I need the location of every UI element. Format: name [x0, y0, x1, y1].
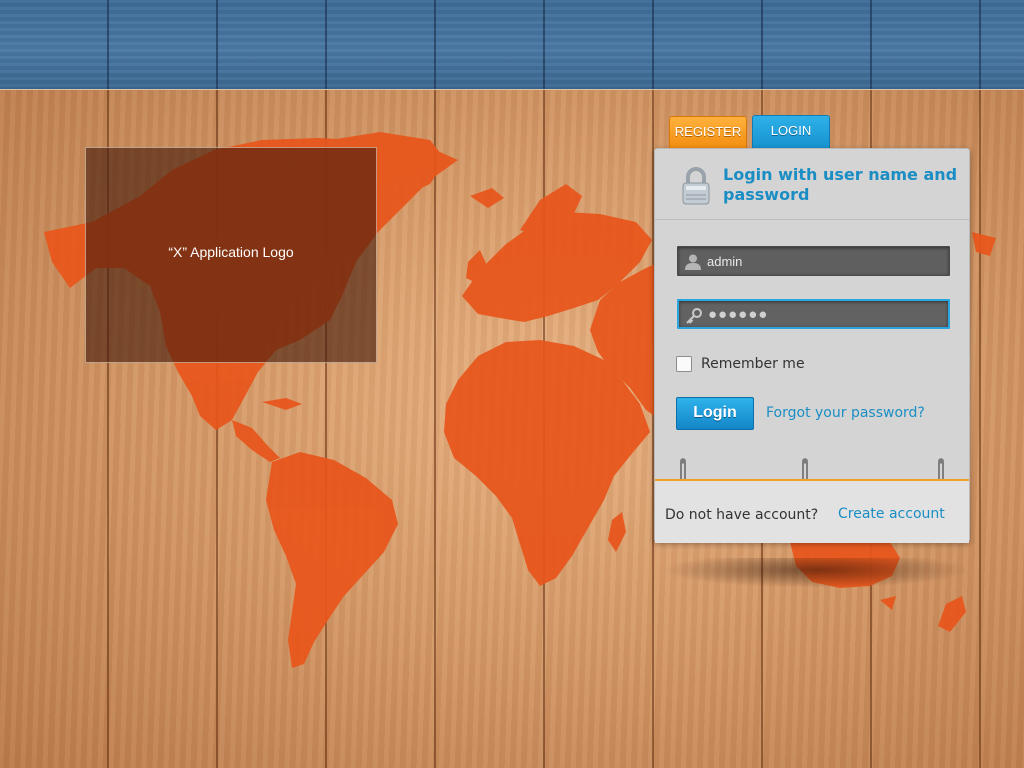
- password-input[interactable]: [708, 300, 938, 328]
- map-new-zealand: [938, 596, 966, 632]
- create-account-link[interactable]: Create account: [838, 506, 945, 522]
- no-account-text: Do not have account?: [665, 507, 819, 523]
- panel-header: Login with user name and password: [655, 149, 969, 220]
- remember-checkbox[interactable]: [676, 356, 692, 372]
- lock-icon: [682, 167, 710, 205]
- panel-shadow: [660, 558, 972, 588]
- login-panel: Login with user name and password Rememb…: [654, 148, 970, 543]
- password-field[interactable]: [677, 299, 950, 329]
- map-south-america: [266, 452, 398, 668]
- remember-label: Remember me: [701, 356, 805, 372]
- map-iceland: [470, 188, 504, 208]
- map-asia-east: [972, 232, 996, 256]
- map-central-america: [232, 420, 280, 462]
- forgot-password-link[interactable]: Forgot your password?: [766, 405, 925, 421]
- panel-title: Login with user name and password: [723, 165, 958, 204]
- username-field[interactable]: [677, 246, 950, 276]
- map-caribbean: [262, 398, 302, 410]
- tab-register[interactable]: REGISTER: [669, 116, 747, 148]
- app-logo-placeholder: “X” Application Logo: [85, 147, 377, 363]
- map-islands: [880, 596, 896, 610]
- login-button[interactable]: Login: [676, 397, 754, 430]
- key-icon: [686, 308, 702, 324]
- tab-login[interactable]: LOGIN: [752, 115, 830, 149]
- app-logo-text: “X” Application Logo: [168, 244, 294, 260]
- panel-footer: Do not have account? Create account: [655, 479, 969, 543]
- map-madagascar: [608, 512, 626, 552]
- username-input[interactable]: [707, 247, 937, 275]
- user-icon: [685, 254, 701, 270]
